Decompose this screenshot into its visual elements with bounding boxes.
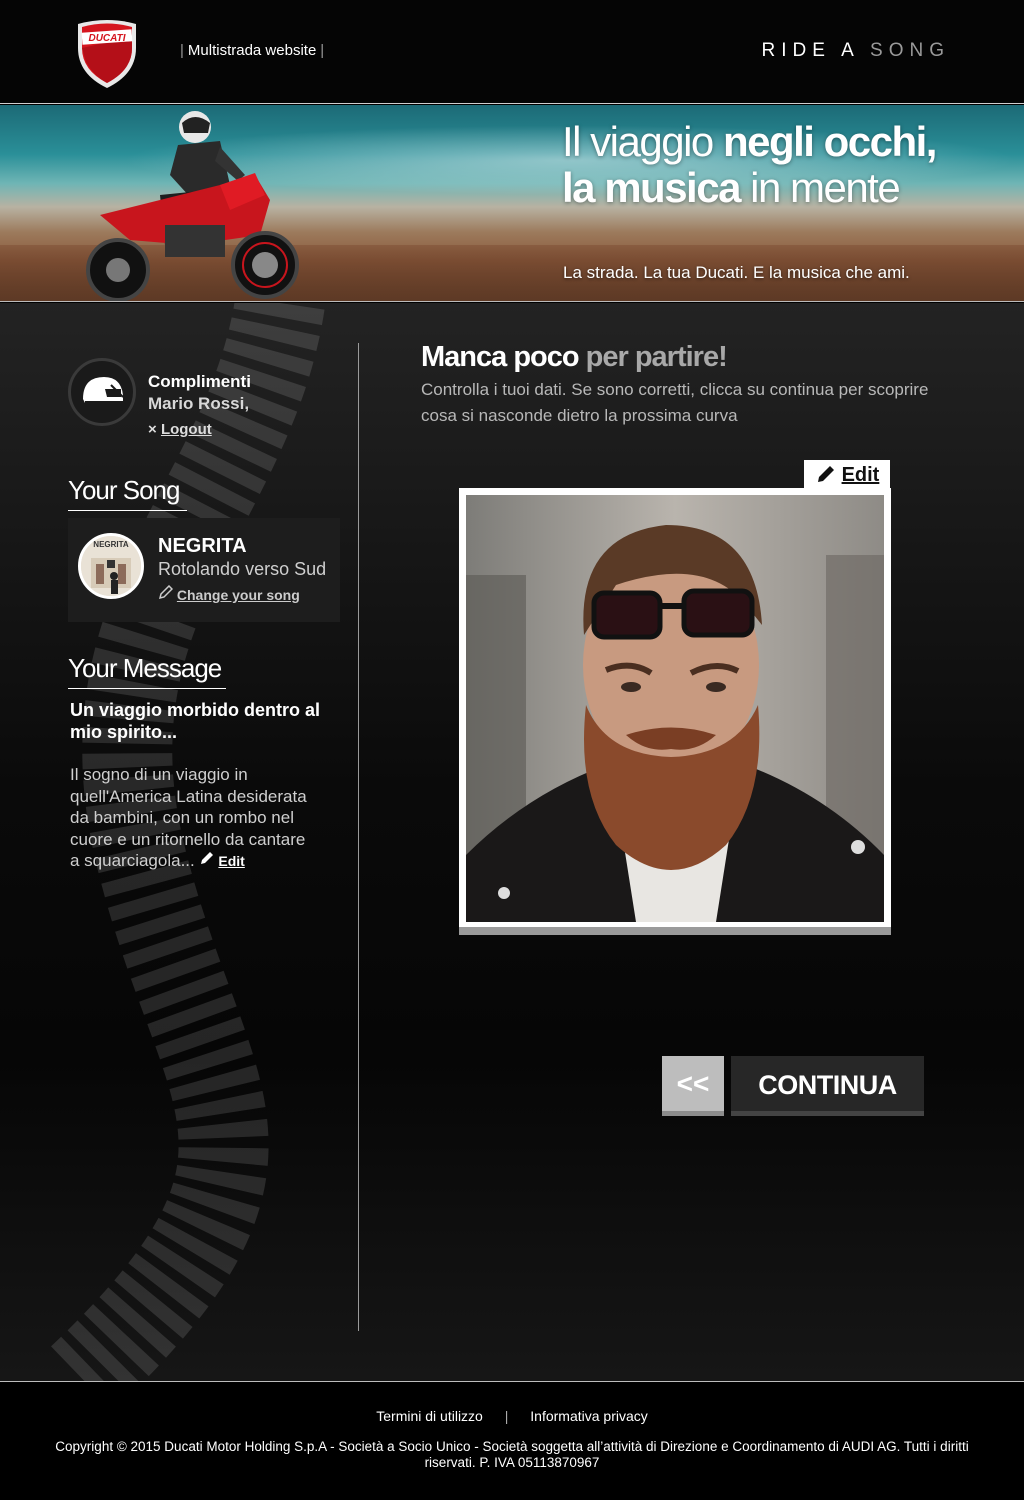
change-song-link[interactable]: Change your song	[158, 584, 300, 603]
song-card: NEGRITA NEGRITA Rotolando verso Sud Chan…	[68, 518, 340, 622]
helmet-avatar	[68, 358, 136, 426]
page-description: Controlla i tuoi dati. Se sono corretti,…	[421, 380, 929, 425]
logout-link[interactable]: × Logout	[148, 421, 212, 438]
profile-photo	[466, 495, 884, 922]
hero-banner: Il viaggio negli occhi, la musica in men…	[0, 105, 1024, 302]
continue-button[interactable]: CONTINUA	[731, 1056, 924, 1116]
footer-links: Termini di utilizzo | Informativa privac…	[376, 1408, 648, 1424]
message-body: Il sogno di un viaggio in quell'America …	[70, 765, 307, 870]
privacy-link[interactable]: Informativa privacy	[530, 1408, 647, 1424]
ride-a-song-brand: RIDE A SONG	[761, 40, 950, 61]
page-title: Manca poco per partire!	[421, 341, 728, 373]
hero-subtitle: La strada. La tua Ducati. E la musica ch…	[563, 263, 910, 282]
back-button[interactable]: <<	[662, 1056, 724, 1116]
your-message-title: Your Message	[68, 653, 226, 689]
user-greeting: Complimenti Mario Rossi,	[148, 372, 251, 413]
svg-text:DUCATI: DUCATI	[88, 33, 125, 44]
copyright-text: Copyright © 2015 Ducati Motor Holding S.…	[55, 1439, 969, 1470]
hero-title: Il viaggio negli occhi, la musica in men…	[562, 118, 937, 211]
pencil-icon	[201, 852, 214, 864]
svg-text:NEGRITA: NEGRITA	[93, 540, 129, 549]
message-headline: Un viaggio morbido dentro al mio spirito…	[70, 700, 321, 742]
ducati-logo[interactable]: DUCATI	[74, 18, 140, 90]
site-header: DUCATI | Multistrada website | RIDE A SONG	[0, 0, 1024, 104]
site-footer: Termini di utilizzo | Informativa privac…	[0, 1381, 1024, 1500]
profile-photo-frame	[459, 488, 891, 935]
edit-message-link[interactable]: Edit	[199, 852, 245, 869]
close-icon: ×	[148, 421, 157, 438]
multistrada-website-link[interactable]: | Multistrada website |	[176, 42, 328, 59]
terms-link[interactable]: Termini di utilizzo	[376, 1408, 483, 1424]
song-artist: NEGRITA	[158, 535, 247, 557]
song-track: Rotolando verso Sud	[158, 559, 327, 579]
user-name: Mario Rossi,	[148, 394, 250, 413]
helmet-icon	[83, 377, 124, 404]
your-song-title: Your Song	[68, 475, 187, 511]
pencil-icon	[158, 584, 174, 600]
album-cover: NEGRITA	[78, 533, 144, 599]
main-content: Complimenti Mario Rossi, × Logout Your S…	[0, 303, 1024, 1381]
motorcycle-rider-image	[86, 111, 299, 301]
column-divider	[358, 343, 359, 1331]
pencil-icon	[818, 466, 834, 482]
